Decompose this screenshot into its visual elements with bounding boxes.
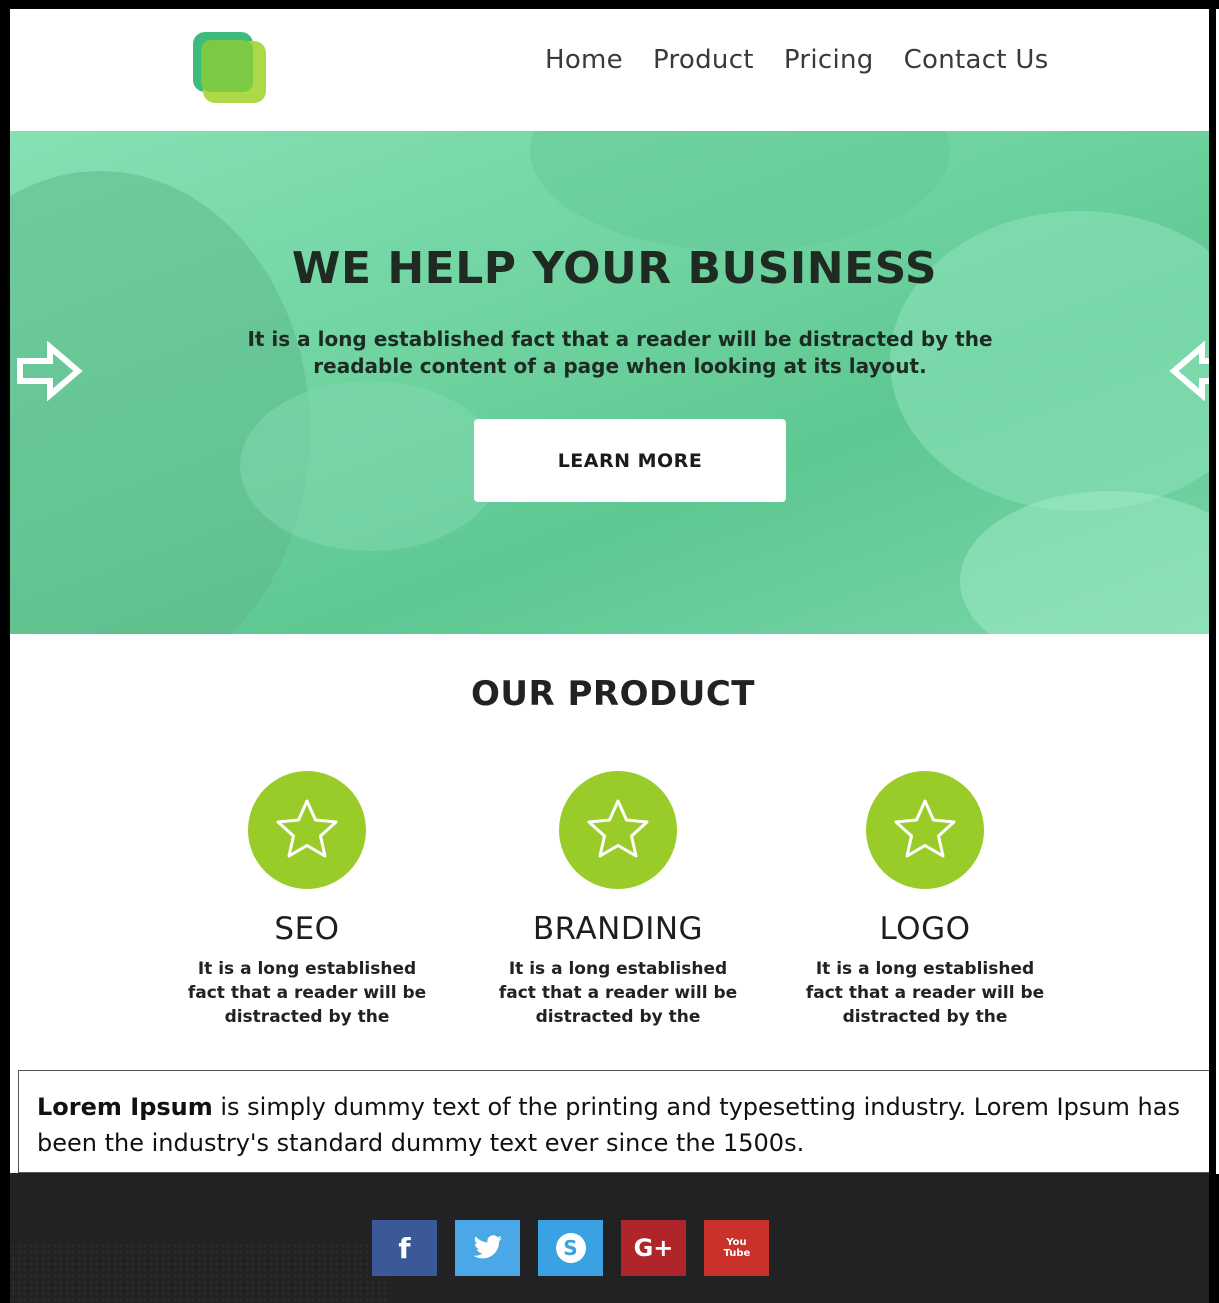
product-card-seo[interactable]: SEO It is a long established fact that a… [177,771,437,1029]
main-nav: Home Product Pricing Contact Us [545,45,1049,75]
hero-tagline: It is a long established fact that a rea… [247,327,993,378]
product-card-branding[interactable]: BRANDING It is a long established fact t… [488,771,748,1029]
lorem-paragraph: Lorem Ipsum is simply dummy text of the … [37,1089,1195,1161]
nav-home[interactable]: Home [545,45,623,75]
hero-title: WE HELP YOUR BUSINESS [291,243,938,294]
logo-shape [201,40,253,92]
learn-more-button[interactable]: LEARN MORE [474,419,786,502]
lorem-bold: Lorem Ipsum [37,1093,213,1121]
twitter-bird-icon [473,1235,502,1259]
skype-icon[interactable]: S [538,1220,603,1276]
site-header: Home Product Pricing Contact Us [10,9,1209,131]
product-card-logo[interactable]: LOGO It is a long established fact that … [795,771,1055,1029]
slider-next-arrow-icon[interactable] [16,340,86,402]
slider-prev-arrow-icon[interactable] [1166,340,1219,402]
facebook-icon[interactable]: f [372,1220,437,1276]
youtube-badge: You Tube [723,1237,751,1259]
logo[interactable] [193,32,268,103]
star-icon [866,771,984,889]
hero-slider: WE HELP YOUR BUSINESS It is a long estab… [10,131,1219,634]
skype-glyph: S [563,1236,578,1260]
facebook-glyph: f [398,1231,411,1265]
footer-dot-pattern [10,1243,390,1303]
google-plus-glyph: G+ [633,1234,674,1262]
youtube-glyph: You Tube [723,1237,751,1259]
nav-pricing[interactable]: Pricing [784,45,874,75]
twitter-icon[interactable] [455,1220,520,1276]
product-section: OUR PRODUCT SEO It is a long established… [10,634,1216,1070]
product-card-text: It is a long established fact that a rea… [805,959,1045,1027]
nav-product[interactable]: Product [653,45,754,75]
hero-background-shape [10,171,310,634]
star-icon [559,771,677,889]
product-card-text: It is a long established fact that a rea… [187,959,427,1027]
social-links: f S G+ You Tube [372,1220,769,1276]
product-card-title: BRANDING [532,911,704,947]
hero-background-shape [240,381,500,551]
site-footer: f S G+ You Tube [10,1173,1219,1303]
star-icon [248,771,366,889]
youtube-icon[interactable]: You Tube [704,1220,769,1276]
skype-badge: S [555,1233,586,1263]
product-card-title: SEO [274,911,340,947]
product-card-text: It is a long established fact that a rea… [498,959,738,1027]
product-card-title: LOGO [879,911,971,947]
hero-background-shape [960,491,1219,634]
section-title: OUR PRODUCT [470,674,755,714]
google-plus-icon[interactable]: G+ [621,1220,686,1276]
lorem-text-box: Lorem Ipsum is simply dummy text of the … [18,1070,1214,1173]
nav-contact-us[interactable]: Contact Us [904,45,1049,75]
hero-background-shape [530,131,950,251]
